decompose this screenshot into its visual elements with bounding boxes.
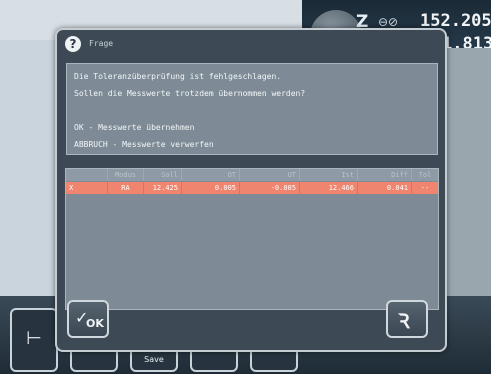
header-soll: Soll (144, 169, 182, 181)
header-ot: OT (182, 169, 240, 181)
message-box: Die Toleranzüberprüfung ist fehlgeschlag… (66, 63, 438, 155)
message-line-2: Sollen die Messwerte trotzdem übernommen… (74, 89, 306, 98)
header-modus: Modus (108, 169, 144, 181)
cell-axis: X (66, 182, 108, 194)
header-ut: UT (240, 169, 300, 181)
cell-modus: RA (108, 182, 144, 194)
question-icon: ? (65, 36, 81, 52)
cell-soll: 12.425 (144, 182, 182, 194)
header-tol: Tol (418, 171, 432, 179)
header-axis (66, 169, 108, 181)
question-dialog: ? Frage Die Toleranzüberprüfung ist fehl… (55, 28, 447, 352)
cell-diff: 0.041 (358, 182, 412, 194)
message-line-3: OK - Messwerte übernehmen (74, 123, 195, 132)
ok-button[interactable]: ✓ OK (67, 300, 109, 338)
caliper-tool-button[interactable]: ⊢ (10, 308, 58, 372)
cell-ist: 12.466 (300, 182, 358, 194)
table-header: Modus Soll OT UT Ist Diff Tol (66, 169, 438, 181)
cell-ot: 0.005 (182, 182, 240, 194)
message-line-1: Die Toleranzüberprüfung ist fehlgeschlag… (74, 72, 282, 81)
header-ist: Ist (300, 169, 358, 181)
caliper-icon: ⊢ (26, 328, 42, 349)
header-diff: Diff (358, 169, 412, 181)
cell-ut: -0.005 (240, 182, 300, 194)
measurement-table: Modus Soll OT UT Ist Diff Tol X RA 12.42… (65, 168, 439, 310)
cell-tol: -- (420, 184, 430, 192)
ok-label: OK (86, 317, 104, 330)
dialog-title: Frage (89, 39, 114, 48)
axis-symbols-icon: ⊖⊘ (378, 15, 399, 29)
save-label: Save (144, 355, 164, 364)
message-line-4: ABBRUCH - Messwerte verwerfen (74, 140, 214, 149)
discard-icon: Ꝛ (398, 309, 410, 333)
table-row[interactable]: X RA 12.425 0.005 -0.005 12.466 0.041 -- (66, 182, 438, 194)
abort-button[interactable]: Ꝛ (386, 300, 428, 338)
